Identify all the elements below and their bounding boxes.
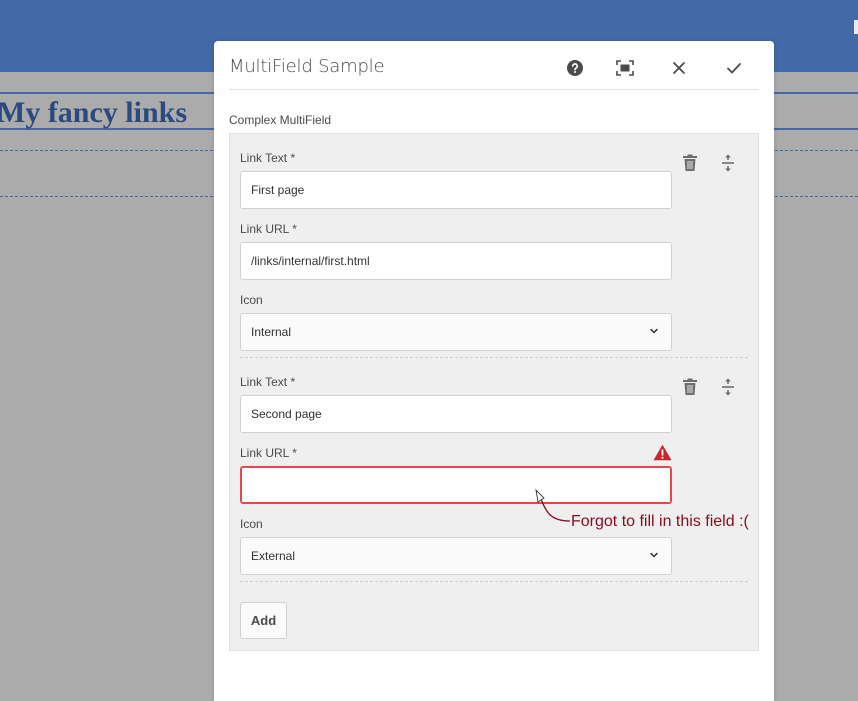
- trash-icon: [683, 378, 697, 395]
- chevron-down-icon: [650, 552, 658, 558]
- link-url-input[interactable]: [240, 466, 672, 504]
- trash-icon: [683, 154, 697, 171]
- delete-item-button[interactable]: [679, 376, 701, 398]
- link-url-input[interactable]: [240, 242, 672, 280]
- link-text-label: Link Text *: [240, 375, 296, 389]
- close-button[interactable]: [666, 55, 692, 81]
- reorder-handle[interactable]: [717, 376, 739, 398]
- fullscreen-icon: [616, 60, 634, 76]
- checkmark-icon: [727, 63, 741, 74]
- item-divider: [240, 581, 748, 582]
- annotation-text: Forgot to fill in this field :(: [571, 513, 749, 530]
- icon-select[interactable]: Internal: [240, 313, 672, 351]
- icon-label: Icon: [240, 517, 263, 531]
- delete-item-button[interactable]: [679, 152, 701, 174]
- topbar-edge: [854, 20, 858, 34]
- header-divider: [229, 89, 759, 90]
- multifield-label: Complex MultiField: [229, 113, 332, 127]
- link-url-label: Link URL *: [240, 446, 297, 460]
- link-text-input[interactable]: [240, 171, 672, 209]
- link-text-label: Link Text *: [240, 151, 296, 165]
- alert-icon: [653, 444, 672, 461]
- help-button[interactable]: [562, 55, 588, 81]
- reorder-handle[interactable]: [717, 152, 739, 174]
- multifield-dialog: MultiField Sample Complex MultiField Lin…: [214, 41, 774, 701]
- chevron-down-icon: [650, 328, 658, 334]
- annotation-arrow: [535, 488, 571, 522]
- fullscreen-button[interactable]: [612, 55, 638, 81]
- add-button[interactable]: Add: [240, 602, 287, 639]
- icon-select-value: Internal: [251, 325, 292, 339]
- move-icon: [722, 378, 734, 396]
- done-button[interactable]: [721, 55, 747, 81]
- link-url-label: Link URL *: [240, 222, 297, 236]
- multifield-panel: Link Text * Link URL * Icon Internal: [229, 133, 759, 651]
- link-text-input[interactable]: [240, 395, 672, 433]
- icon-select-value: External: [251, 549, 296, 563]
- icon-select[interactable]: External: [240, 537, 672, 575]
- close-icon: [673, 62, 685, 74]
- dialog-title: MultiField Sample: [229, 56, 385, 77]
- move-icon: [722, 154, 734, 172]
- help-icon: [567, 60, 583, 76]
- item-divider: [240, 357, 748, 358]
- icon-label: Icon: [240, 293, 263, 307]
